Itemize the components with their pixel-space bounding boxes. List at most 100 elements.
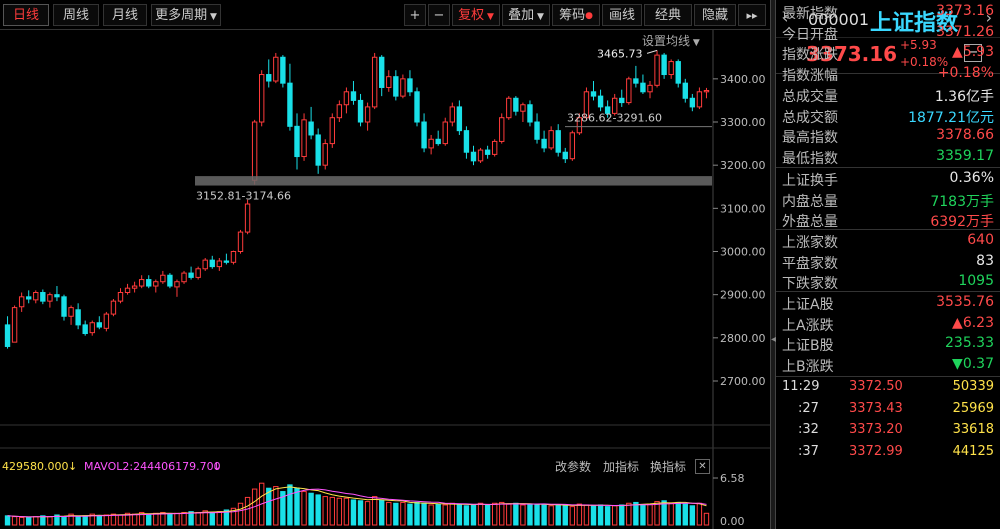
overlay-label: 叠加 [508, 8, 535, 23]
candle-body [209, 259, 215, 268]
candle-body [244, 203, 251, 233]
set-ma-button[interactable]: 设置均线 ▼ [642, 32, 700, 49]
add-indicator-button[interactable]: 加指标 [603, 456, 639, 478]
hide-button[interactable]: 隐藏 [694, 4, 736, 26]
candle-body [555, 130, 561, 153]
stat-value: 3371.26 [936, 23, 994, 40]
zoom-in-button[interactable]: + [404, 4, 426, 26]
volume-bar [357, 500, 364, 526]
volume-bar [513, 502, 519, 526]
candle-body [89, 322, 95, 334]
quote-panel: ‹ 000001 上证指数 › 3373.16 +5.93 +0.18% − 最… [776, 0, 1000, 529]
candle-body [654, 54, 660, 86]
candle-body [273, 56, 279, 82]
stat-value: ▼0.37 [952, 356, 994, 373]
kline-svg[interactable]: 2700.00 2800.00 2900.00 3000.00 3100.00 3200.… [0, 30, 770, 529]
volume-bar [442, 504, 448, 526]
volume-bar [393, 502, 399, 526]
chevron-down-icon: ▼ [484, 12, 494, 22]
stat-label: 总成交量 [782, 88, 838, 105]
volume-bar [668, 502, 674, 526]
tab-monthly[interactable]: 月线 [103, 4, 147, 26]
candle-body [407, 78, 413, 93]
zoom-out-button[interactable]: − [428, 4, 450, 26]
chips-label: 筹码 [559, 8, 586, 23]
stat-row: 指数涨幅 +0.18% [776, 64, 1000, 84]
candle-body [117, 292, 124, 302]
overlay-dropdown[interactable]: 叠加 ▼ [502, 4, 550, 26]
draw-line-button[interactable]: 画线 [602, 4, 642, 26]
volume-bar [174, 512, 180, 526]
candle-body [689, 97, 696, 108]
volume-bar [181, 511, 187, 526]
more-periods-dropdown[interactable]: 更多周期 ▼ [151, 4, 221, 26]
change-params-button[interactable]: 改参数 [555, 456, 591, 478]
candle-body [633, 78, 639, 84]
stat-value: 235.33 [945, 335, 994, 352]
tick-price: 3372.50 [849, 379, 903, 394]
stat-label: 上证换手 [782, 173, 838, 189]
expand-icon[interactable]: ▸▸ [738, 4, 766, 26]
down-arrow-icon: ↓ [68, 460, 78, 473]
tick-time: 11:29 [782, 379, 820, 394]
volume-bar [675, 501, 681, 526]
candle-body [414, 91, 420, 123]
stat-value: ▲5.93 [952, 44, 994, 61]
volume-bar [266, 487, 272, 526]
classic-button[interactable]: 经典 [644, 4, 692, 26]
more-periods-label: 更多周期 [155, 8, 208, 23]
candle-body [110, 300, 117, 315]
volume-bar [47, 516, 53, 526]
candle-body [195, 268, 201, 278]
candle-body [188, 272, 194, 278]
volume-bar [541, 503, 547, 526]
volume-bar [386, 501, 392, 526]
candle-body [294, 125, 300, 158]
tick-volume: 33618 [952, 422, 994, 437]
candle-body [315, 134, 321, 166]
tab-weekly[interactable]: 周线 [53, 4, 99, 26]
volume-bar [117, 514, 124, 526]
stat-row: 总成交量 1.36亿手 [776, 85, 1000, 105]
close-icon[interactable]: ✕ [695, 459, 710, 474]
gap-band [195, 176, 712, 186]
tick-row: :27 3373.43 25969 [776, 401, 1000, 421]
candle-body [527, 104, 533, 123]
volume-bar [576, 503, 583, 526]
candle-body [569, 132, 576, 160]
stat-value: 0.36% [949, 170, 994, 186]
switch-indicator-button[interactable]: 换指标 [650, 456, 686, 478]
volume-bar [96, 515, 102, 526]
candle-body [597, 95, 604, 108]
volume-bar [470, 504, 477, 526]
stat-label: 最低指数 [782, 150, 838, 167]
volume-bar [682, 503, 688, 526]
volume-bar [18, 516, 25, 526]
volume-bar [301, 491, 307, 526]
candle-body [308, 121, 314, 136]
chips-button[interactable]: 筹码● [552, 4, 600, 26]
stat-value: 3378.66 [936, 127, 994, 144]
volume-bar [195, 511, 201, 526]
stat-label: 指数涨幅 [782, 68, 838, 85]
candle-body [379, 56, 385, 88]
candle-body [4, 324, 11, 347]
adjust-dropdown[interactable]: 复权 ▼ [452, 4, 500, 26]
kline-chart[interactable]: 2700.00 2800.00 2900.00 3000.00 3100.00 3200.… [0, 30, 770, 529]
candle-body [160, 274, 166, 283]
tab-daily[interactable]: 日线 [3, 4, 49, 26]
stat-value: 3535.76 [936, 294, 994, 310]
volume-bar [146, 513, 152, 526]
candle-body [562, 151, 568, 160]
candle-body [442, 121, 448, 145]
candle-body [456, 106, 463, 132]
stat-label: 今日开盘 [782, 26, 838, 43]
candle-body [124, 287, 131, 294]
volume-bar [696, 502, 703, 526]
candle-body [287, 82, 293, 127]
volume-bar [287, 484, 293, 526]
high-marker-line [646, 49, 658, 54]
volume-bar [61, 516, 67, 526]
candle-body [75, 309, 81, 326]
candle-body [301, 119, 307, 158]
